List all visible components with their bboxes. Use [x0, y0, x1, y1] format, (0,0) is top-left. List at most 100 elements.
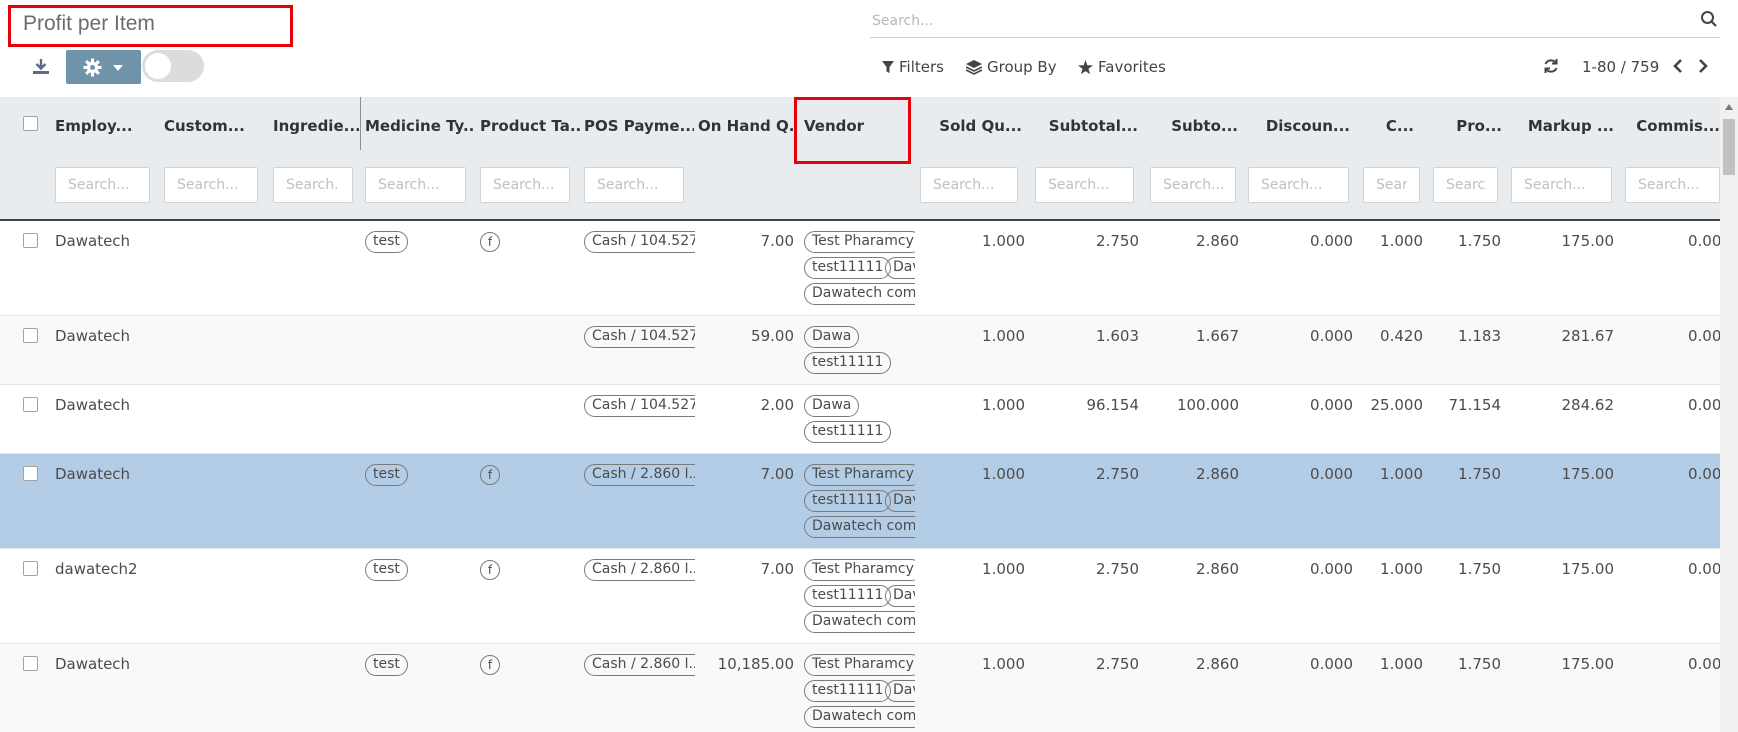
- header-markup[interactable]: Markup ...: [1510, 117, 1614, 135]
- filter-sold-qty-input[interactable]: [920, 167, 1018, 203]
- vendor-tag[interactable]: Dawatech comp: [804, 611, 915, 633]
- vendor-tag[interactable]: test11111: [804, 490, 892, 512]
- header-profit[interactable]: Pro...: [1430, 117, 1502, 135]
- header-ingredient[interactable]: Ingredie...: [273, 117, 359, 135]
- scroll-up-arrow-icon[interactable]: [1725, 104, 1733, 110]
- vendor-tag[interactable]: Dawa: [804, 395, 860, 417]
- pos-payment-tag[interactable]: Cash / 2.860 د.ا: [584, 559, 695, 581]
- chevron-left-icon[interactable]: [1672, 58, 1684, 74]
- table-row[interactable]: dawatech2 test f Cash / 2.860 د.ا 7.00 Test P…: [0, 549, 1721, 644]
- search-input[interactable]: [870, 8, 1670, 34]
- header-commission[interactable]: Commis...: [1620, 117, 1720, 135]
- vendor-tag[interactable]: Dav: [885, 490, 915, 512]
- filter-medicine-type-input[interactable]: [365, 167, 466, 203]
- cell-discount: 0.000: [1310, 327, 1353, 345]
- header-sold-qty[interactable]: Sold Qu...: [912, 117, 1022, 135]
- pos-payment-tag[interactable]: Cash / 2.860 د.ا: [584, 654, 695, 676]
- header-pos-payment[interactable]: POS Payme...: [584, 117, 694, 135]
- column-resize-handle[interactable]: [360, 97, 361, 150]
- download-icon[interactable]: [30, 56, 52, 78]
- action-gear-button[interactable]: [66, 50, 141, 84]
- vendor-tag[interactable]: Test Pharamcy: [804, 559, 915, 581]
- header-subtotal-2[interactable]: Subto...: [1148, 117, 1238, 135]
- vendor-tag[interactable]: Test Pharamcy: [804, 231, 915, 253]
- filter-pos-payment-input[interactable]: [584, 167, 684, 203]
- favorites-button[interactable]: Favorites: [1078, 58, 1166, 76]
- vendor-tag[interactable]: Dawatech comp: [804, 516, 915, 538]
- filter-subtotal-2-input[interactable]: [1150, 167, 1236, 203]
- cell-cost: 1.000: [1380, 232, 1423, 250]
- filter-markup-input[interactable]: [1511, 167, 1612, 203]
- header-employee[interactable]: Employ...: [55, 117, 155, 135]
- table-row[interactable]: Dawatech test f Cash / 2.860 د.ا 10,185.00 Te…: [0, 644, 1721, 732]
- header-on-hand-qty[interactable]: On Hand Q...: [698, 117, 796, 135]
- groupby-button[interactable]: Group By: [966, 58, 1057, 76]
- medicine-type-tag[interactable]: test: [365, 559, 408, 581]
- search-icon[interactable]: [1700, 10, 1718, 28]
- medicine-type-tag[interactable]: test: [365, 654, 408, 676]
- pos-payment-tag[interactable]: Cash / 104.527: [584, 326, 695, 348]
- header-cost[interactable]: C...: [1360, 117, 1414, 135]
- cell-commission: 0.00: [1688, 327, 1722, 345]
- vertical-scrollbar[interactable]: [1720, 97, 1738, 732]
- row-checkbox[interactable]: [23, 466, 38, 481]
- pos-payment-tag[interactable]: Cash / 2.860 د.ا: [584, 464, 695, 486]
- vendor-tag[interactable]: Dawa: [804, 326, 860, 348]
- row-checkbox[interactable]: [23, 233, 38, 248]
- toggle-switch[interactable]: [142, 50, 204, 82]
- row-checkbox[interactable]: [23, 328, 38, 343]
- header-subtotal-1[interactable]: Subtotal...: [1030, 117, 1138, 135]
- vendor-tag[interactable]: Dav: [885, 680, 915, 702]
- select-all-checkbox[interactable]: [23, 116, 38, 131]
- product-tag-badge[interactable]: f: [480, 655, 500, 675]
- table-row[interactable]: Dawatech Cash / 104.527 2.00 Dawa test11111 1…: [0, 385, 1721, 454]
- vendor-tag[interactable]: Dawatech comp: [804, 283, 915, 305]
- filter-icon: [882, 60, 894, 73]
- vendor-tag[interactable]: Dav: [885, 257, 915, 279]
- vendor-tag[interactable]: Test Pharamcy: [804, 654, 915, 676]
- filter-ingredient-input[interactable]: [273, 167, 353, 203]
- filters-button[interactable]: Filters: [882, 58, 944, 76]
- refresh-icon[interactable]: [1543, 58, 1559, 74]
- row-checkbox[interactable]: [23, 656, 38, 671]
- product-tag-badge[interactable]: f: [480, 232, 500, 252]
- row-checkbox[interactable]: [23, 397, 38, 412]
- medicine-type-tag[interactable]: test: [365, 464, 408, 486]
- filter-subtotal-1-input[interactable]: [1035, 167, 1134, 203]
- vendor-tag[interactable]: test11111: [804, 585, 892, 607]
- product-tag-badge[interactable]: f: [480, 560, 500, 580]
- filter-profit-input[interactable]: [1433, 167, 1498, 203]
- cell-cost: 25.000: [1370, 396, 1424, 414]
- vendor-tag[interactable]: test11111: [804, 257, 892, 279]
- cell-subtotal-2: 2.860: [1196, 560, 1239, 578]
- row-checkbox[interactable]: [23, 561, 38, 576]
- vendor-tag[interactable]: Dawatech comp: [804, 706, 915, 728]
- filter-commission-input[interactable]: [1625, 167, 1720, 203]
- pos-payment-tag[interactable]: Cash / 104.527: [584, 395, 695, 417]
- filter-cost-input[interactable]: [1363, 167, 1420, 203]
- vendor-tag[interactable]: Dav: [885, 585, 915, 607]
- header-product-tag[interactable]: Product Ta...: [480, 117, 580, 135]
- filter-customer-input[interactable]: [164, 167, 258, 203]
- vendor-tag[interactable]: test11111: [804, 352, 892, 374]
- pos-payment-tag[interactable]: Cash / 104.527: [584, 231, 695, 253]
- header-medicine-type[interactable]: Medicine Ty...: [365, 117, 473, 135]
- cell-cost: 1.000: [1380, 560, 1423, 578]
- header-customer[interactable]: Custom...: [164, 117, 264, 135]
- vendor-tag[interactable]: test11111: [804, 680, 892, 702]
- header-discount[interactable]: Discoun...: [1246, 117, 1350, 135]
- table-row[interactable]: Dawatech Cash / 104.527 59.00 Dawa test11111…: [0, 316, 1722, 385]
- filter-discount-input[interactable]: [1248, 167, 1349, 203]
- pager-value[interactable]: 1-80 / 759: [1582, 58, 1659, 76]
- filter-product-tag-input[interactable]: [480, 167, 570, 203]
- table-row[interactable]: Dawatech test f Cash / 104.527 7.00 Test Phar…: [0, 221, 1721, 316]
- vendor-tag[interactable]: test11111: [804, 421, 892, 443]
- table-row[interactable]: Dawatech test f Cash / 2.860 د.ا 7.00 Test Ph…: [0, 454, 1721, 549]
- vendor-tag[interactable]: Test Pharamcy: [804, 464, 915, 486]
- filter-employee-input[interactable]: [55, 167, 150, 203]
- product-tag-badge[interactable]: f: [480, 465, 500, 485]
- header-vendor[interactable]: Vendor: [804, 117, 894, 135]
- chevron-right-icon[interactable]: [1697, 58, 1709, 74]
- medicine-type-tag[interactable]: test: [365, 231, 408, 253]
- scrollbar-thumb[interactable]: [1723, 119, 1735, 175]
